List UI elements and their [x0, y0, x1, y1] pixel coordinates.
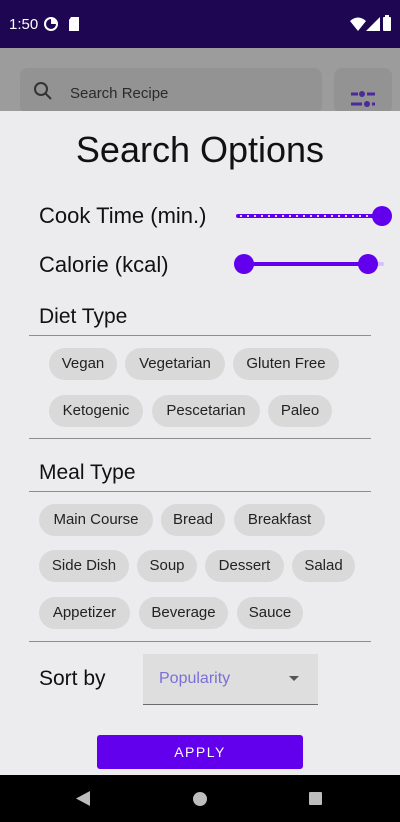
cook-time-slider-tick [359, 215, 361, 217]
cook-time-slider[interactable] [236, 204, 392, 228]
cook-time-slider-tick [317, 215, 319, 217]
background-search-bar: Search Recipe [20, 68, 322, 114]
cook-time-slider-tick [268, 215, 270, 217]
cook-time-slider-tick [345, 215, 347, 217]
calorie-max-thumb[interactable] [358, 254, 379, 274]
chip-dessert[interactable]: Dessert [205, 550, 284, 582]
cook-time-slider-tick [282, 215, 284, 217]
cook-time-slider-thumb[interactable] [372, 206, 392, 226]
status-bar: 1:50 [0, 0, 400, 48]
chip-pescetarian[interactable]: Pescetarian [152, 395, 260, 427]
cook-time-slider-tick [240, 215, 242, 217]
apply-button[interactable]: APPLY [97, 735, 303, 769]
navigation-bar [0, 775, 400, 822]
chip-beverage[interactable]: Beverage [139, 597, 228, 629]
filter-sliders-icon [351, 91, 375, 107]
cook-time-slider-tick [331, 215, 333, 217]
wifi-icon [350, 17, 366, 31]
cook-time-slider-tick [303, 215, 305, 217]
chip-soup[interactable]: Soup [137, 550, 197, 582]
calorie-min-thumb[interactable] [234, 254, 254, 274]
chip-salad[interactable]: Salad [292, 550, 355, 582]
battery-icon [383, 15, 391, 31]
background-app-scrim: Search Recipe [0, 48, 400, 114]
chip-vegetarian[interactable]: Vegetarian [125, 348, 225, 380]
signal-icon [366, 17, 380, 31]
meal-sort-divider [29, 641, 371, 642]
recents-icon[interactable] [309, 792, 322, 805]
cook-time-slider-tick [338, 215, 340, 217]
back-icon[interactable] [76, 791, 90, 806]
chip-main-course[interactable]: Main Course [39, 504, 153, 536]
sort-by-label: Sort by [39, 667, 106, 690]
chip-appetizer[interactable]: Appetizer [39, 597, 130, 629]
chip-vegan[interactable]: Vegan [49, 348, 117, 380]
diet-type-divider [29, 335, 371, 336]
cook-time-label: Cook Time (min.) [39, 203, 207, 228]
sheet-title: Search Options [75, 129, 325, 170]
calorie-label: Calorie (kcal) [39, 252, 169, 277]
cook-time-slider-tick [289, 215, 291, 217]
chip-bread[interactable]: Bread [161, 504, 225, 536]
chip-paleo[interactable]: Paleo [268, 395, 332, 427]
cook-time-slider-tick [275, 215, 277, 217]
cook-time-slider-tick [352, 215, 354, 217]
meal-type-divider [29, 491, 371, 492]
dropdown-arrow-icon [289, 676, 299, 681]
calorie-range-slider[interactable] [234, 252, 386, 276]
data-saver-icon [44, 17, 58, 31]
calorie-slider-active-track [244, 262, 369, 266]
sd-card-icon [69, 17, 79, 31]
cook-time-slider-tick [324, 215, 326, 217]
background-filter-button [334, 68, 392, 114]
chip-sauce[interactable]: Sauce [237, 597, 303, 629]
home-icon[interactable] [193, 792, 207, 806]
chip-gluten-free[interactable]: Gluten Free [233, 348, 339, 380]
chip-breakfast[interactable]: Breakfast [234, 504, 325, 536]
diet-meal-divider [29, 438, 371, 439]
cook-time-slider-tick [296, 215, 298, 217]
cook-time-slider-tick [247, 215, 249, 217]
search-icon [34, 82, 52, 100]
chip-side-dish[interactable]: Side Dish [39, 550, 129, 582]
cook-time-slider-tick [254, 215, 256, 217]
cook-time-slider-tick [310, 215, 312, 217]
diet-type-title: Diet Type [39, 305, 128, 328]
search-options-sheet: Search Options Cook Time (min.) Calorie … [0, 111, 400, 775]
cook-time-slider-tick [366, 215, 368, 217]
status-time: 1:50 [9, 16, 39, 33]
chip-ketogenic[interactable]: Ketogenic [49, 395, 143, 427]
background-search-placeholder: Search Recipe [70, 85, 169, 102]
meal-type-title: Meal Type [39, 461, 136, 484]
sort-by-dropdown[interactable]: Popularity [143, 654, 318, 705]
sort-by-selected-value: Popularity [159, 670, 231, 687]
cook-time-slider-tick [261, 215, 263, 217]
